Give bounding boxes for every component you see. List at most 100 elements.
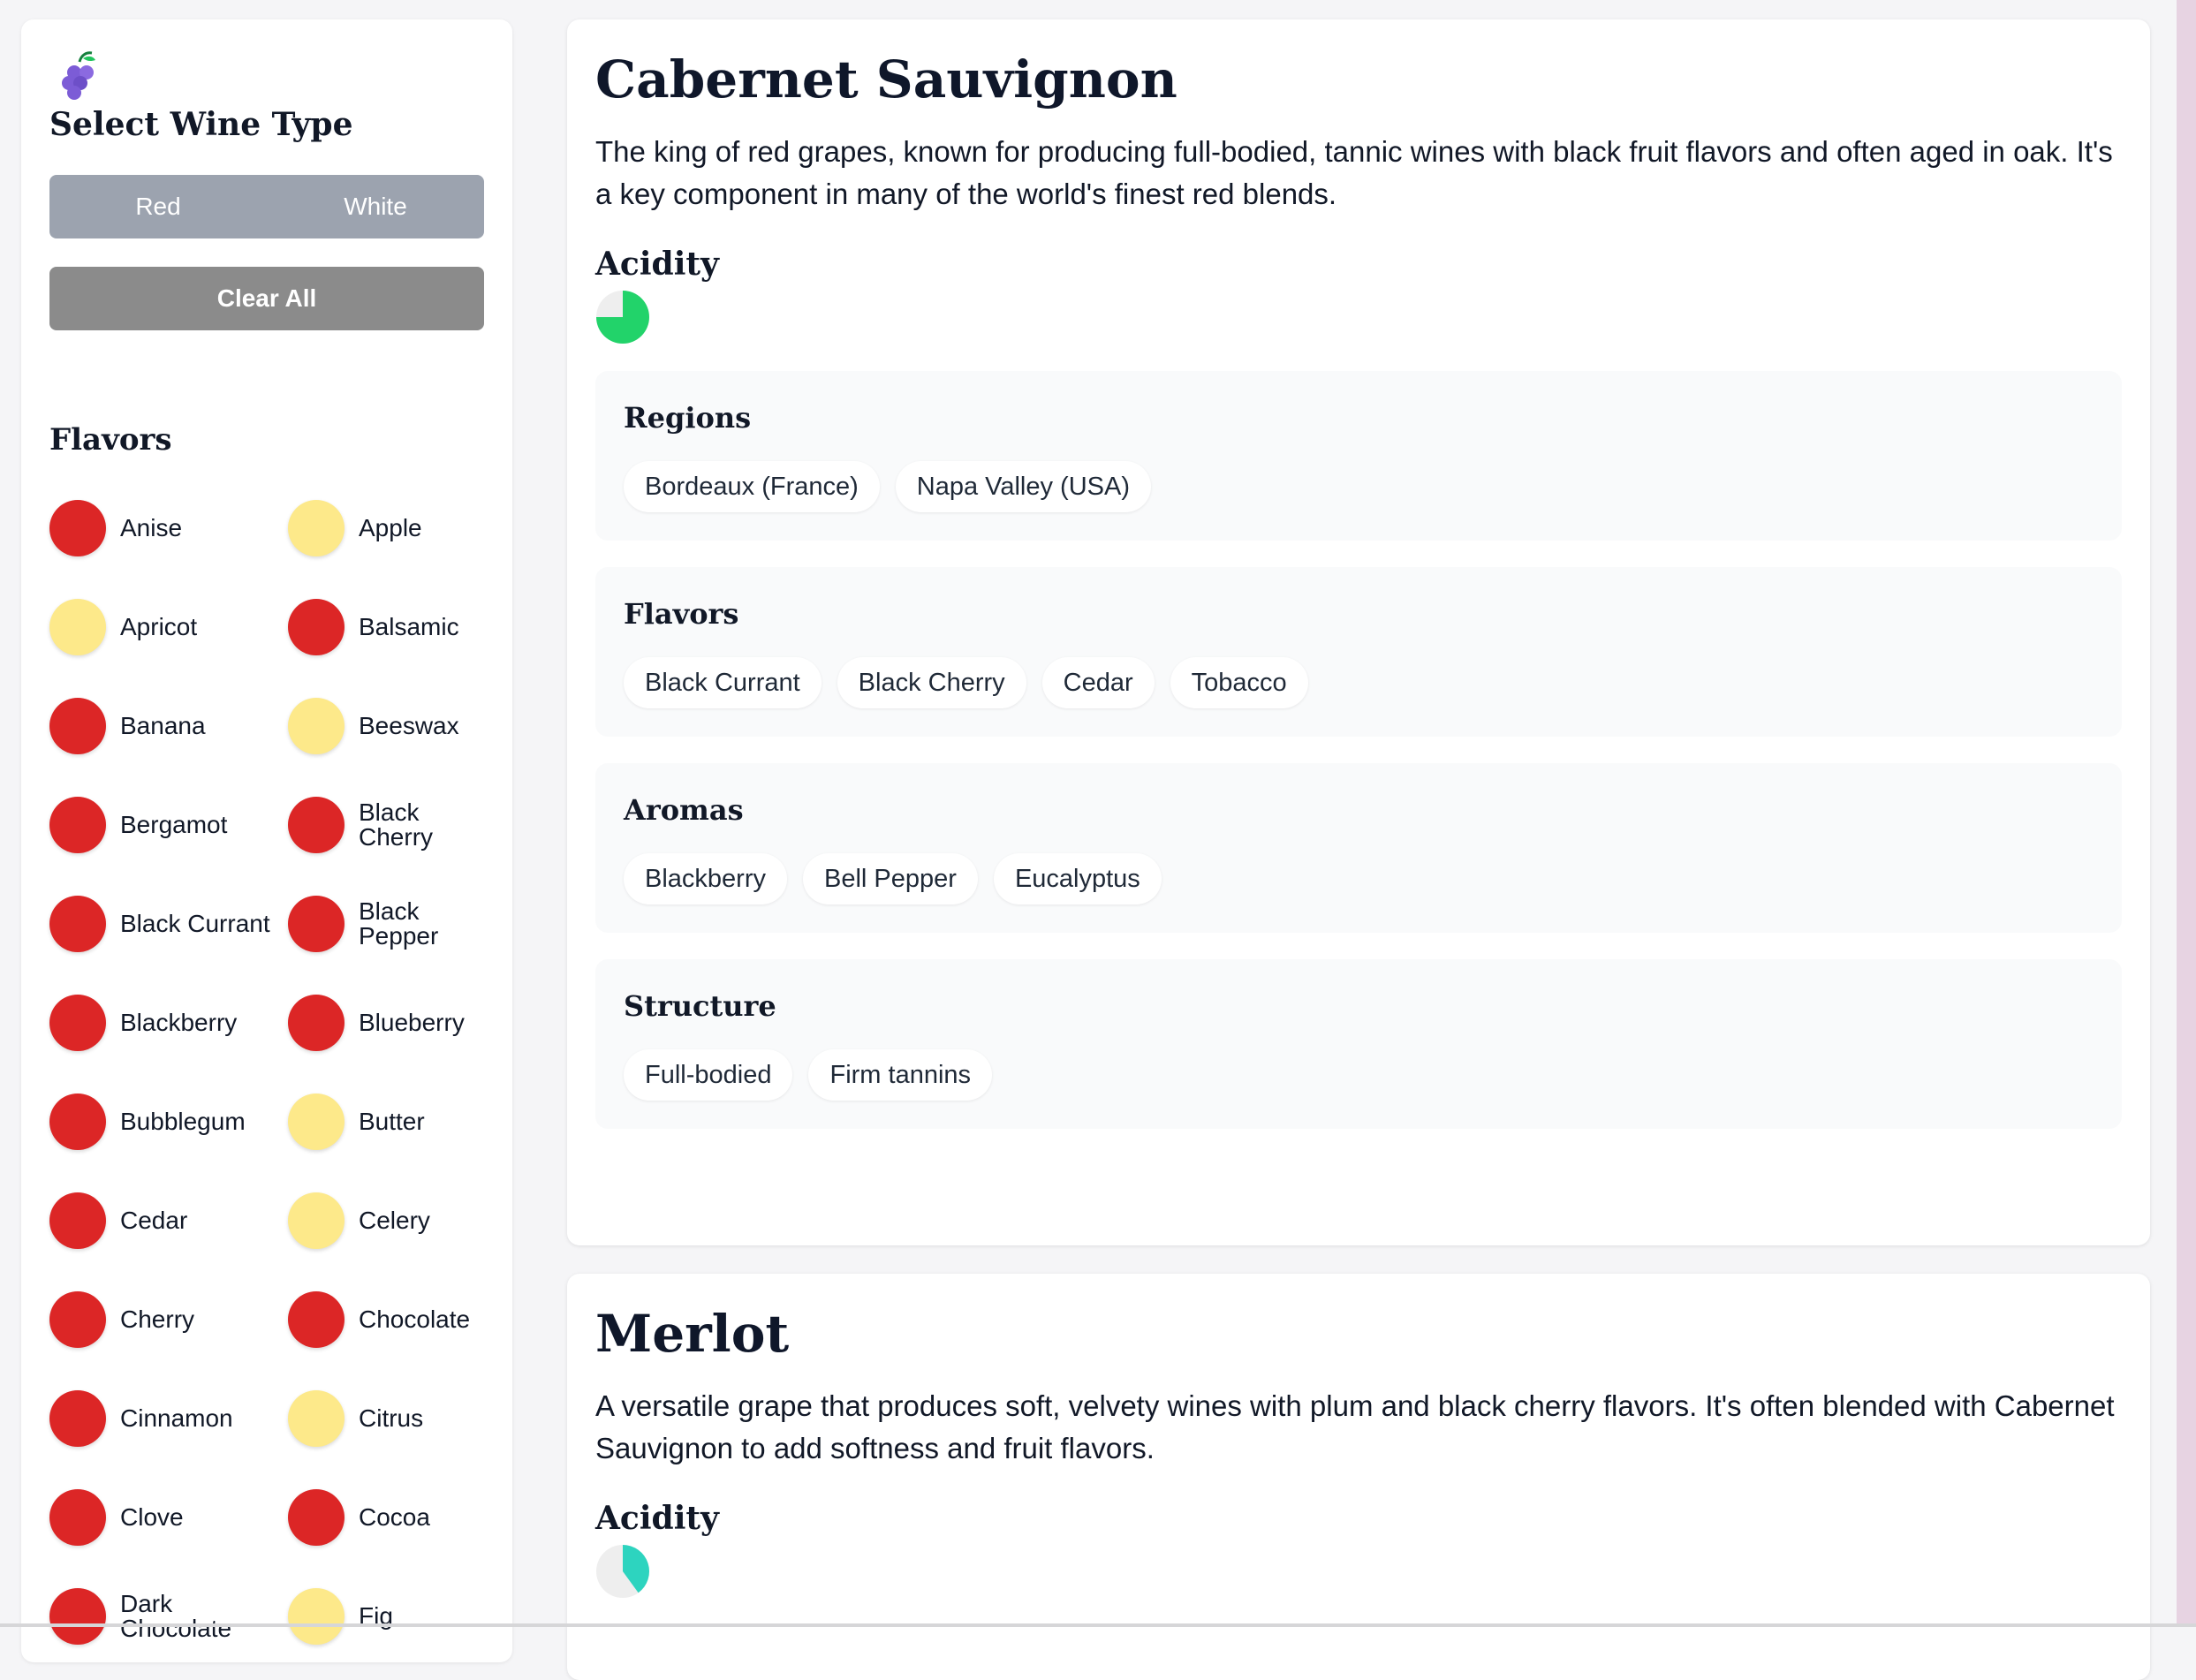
flavor-label: Anise xyxy=(120,516,182,541)
flavor-label: Banana xyxy=(120,714,206,738)
flavor-item[interactable]: Beeswax xyxy=(288,677,500,776)
wine-type-toggle: Red White xyxy=(49,175,484,238)
flavor-label: Celery xyxy=(359,1208,430,1233)
flavor-label: Chocolate xyxy=(359,1307,470,1332)
flavor-item[interactable]: Citrus xyxy=(288,1369,500,1468)
flavor-label: Cherry xyxy=(120,1307,194,1332)
wine-card: Cabernet Sauvignon The king of red grape… xyxy=(567,19,2150,1245)
tag-chip[interactable]: Napa Valley (USA) xyxy=(896,461,1151,512)
flavor-color-dot[interactable] xyxy=(49,500,106,556)
flavor-color-dot[interactable] xyxy=(49,1291,106,1348)
flavor-label: Cinnamon xyxy=(120,1406,233,1431)
tag-chip[interactable]: Bordeaux (France) xyxy=(624,461,880,512)
flavor-color-dot[interactable] xyxy=(49,1094,106,1150)
flavor-color-dot[interactable] xyxy=(288,1390,345,1447)
flavor-color-dot[interactable] xyxy=(288,698,345,754)
flavor-item[interactable]: Dark Chocolate xyxy=(49,1567,288,1666)
acidity-heading: Acidity xyxy=(595,246,2122,283)
sidebar-title: Select Wine Type xyxy=(49,106,484,143)
flavor-color-dot[interactable] xyxy=(49,1192,106,1249)
flavor-item[interactable]: Apple xyxy=(288,479,500,578)
flavor-label: Black Pepper xyxy=(359,899,500,949)
flavor-item[interactable]: Apricot xyxy=(49,578,288,677)
flavor-item[interactable]: Fig xyxy=(288,1567,500,1666)
flavor-item[interactable]: Butter xyxy=(288,1072,500,1171)
flavor-item[interactable]: Black Cherry xyxy=(288,776,500,874)
sidebar: Select Wine Type Red White Clear All Fla… xyxy=(21,19,512,1662)
white-type-button[interactable]: White xyxy=(267,175,484,238)
section-title: Flavors xyxy=(624,597,2094,631)
chip-list: Blackberry Bell Pepper Eucalyptus xyxy=(624,853,2094,904)
flavor-item[interactable]: Cedar xyxy=(49,1171,288,1270)
tag-chip[interactable]: Full-bodied xyxy=(624,1049,792,1101)
flavor-item[interactable]: Black Pepper xyxy=(288,874,500,973)
flavor-color-dot[interactable] xyxy=(288,896,345,952)
flavor-color-dot[interactable] xyxy=(288,995,345,1051)
wine-section-structure: Structure Full-bodied Firm tannins xyxy=(595,959,2122,1129)
wine-section-flavors: Flavors Black Currant Black Cherry Cedar Tob… xyxy=(595,567,2122,737)
flavor-item[interactable]: Cherry xyxy=(49,1270,288,1369)
flavor-label: Dark Chocolate xyxy=(120,1592,288,1641)
clear-all-button[interactable]: Clear All xyxy=(49,267,484,330)
flavor-label: Bubblegum xyxy=(120,1109,246,1134)
flavor-item[interactable]: Clove xyxy=(49,1468,288,1567)
flavor-item[interactable]: Celery xyxy=(288,1171,500,1270)
flavor-color-dot[interactable] xyxy=(49,698,106,754)
tag-chip[interactable]: Black Cherry xyxy=(837,657,1026,708)
wine-section-aromas: Aromas Blackberry Bell Pepper Eucalyptus xyxy=(595,763,2122,933)
tag-chip[interactable]: Blackberry xyxy=(624,853,787,904)
flavor-color-dot[interactable] xyxy=(288,1291,345,1348)
flavor-item[interactable]: Bergamot xyxy=(49,776,288,874)
flavor-item[interactable]: Black Currant xyxy=(49,874,288,973)
flavor-color-dot[interactable] xyxy=(49,797,106,853)
flavor-color-dot[interactable] xyxy=(288,1192,345,1249)
tag-chip[interactable]: Tobacco xyxy=(1170,657,1308,708)
tag-chip[interactable]: Eucalyptus xyxy=(994,853,1162,904)
chip-list: Bordeaux (France) Napa Valley (USA) xyxy=(624,461,2094,512)
flavor-color-dot[interactable] xyxy=(49,599,106,655)
flavor-label: Blackberry xyxy=(120,1010,237,1035)
flavor-item[interactable]: Chocolate xyxy=(288,1270,500,1369)
acidity-heading: Acidity xyxy=(595,1500,2122,1537)
flavor-label: Butter xyxy=(359,1109,425,1134)
section-title: Structure xyxy=(624,989,2094,1023)
section-title: Aromas xyxy=(624,793,2094,827)
flavor-item[interactable]: Blackberry xyxy=(49,973,288,1072)
wine-name: Cabernet Sauvignon xyxy=(595,49,2122,110)
flavor-color-dot[interactable] xyxy=(49,1390,106,1447)
flavor-color-dot[interactable] xyxy=(288,1489,345,1546)
wine-description: The king of red grapes, known for produc… xyxy=(595,131,2122,216)
flavor-grid: AniseAppleApricotBalsamicBananaBeeswaxBe… xyxy=(49,479,484,1666)
flavor-item[interactable]: Blueberry xyxy=(288,973,500,1072)
flavor-item[interactable]: Cinnamon xyxy=(49,1369,288,1468)
flavor-color-dot[interactable] xyxy=(288,1588,345,1645)
tag-chip[interactable]: Cedar xyxy=(1042,657,1155,708)
flavor-item[interactable]: Cocoa xyxy=(288,1468,500,1567)
flavor-item[interactable]: Bubblegum xyxy=(49,1072,288,1171)
wine-section-regions: Regions Bordeaux (France) Napa Valley (USA… xyxy=(595,371,2122,541)
acidity-pie-chart xyxy=(595,1544,650,1599)
flavor-color-dot[interactable] xyxy=(288,500,345,556)
window-bottom-edge xyxy=(0,1623,2196,1627)
tag-chip[interactable]: Firm tannins xyxy=(808,1049,992,1101)
flavor-color-dot[interactable] xyxy=(288,797,345,853)
flavor-item[interactable]: Balsamic xyxy=(288,578,500,677)
section-title: Regions xyxy=(624,401,2094,435)
wine-name: Merlot xyxy=(595,1304,2122,1364)
flavor-color-dot[interactable] xyxy=(288,599,345,655)
flavor-color-dot[interactable] xyxy=(49,1489,106,1546)
flavor-color-dot[interactable] xyxy=(49,896,106,952)
flavor-label: Apricot xyxy=(120,615,197,639)
flavor-item[interactable]: Anise xyxy=(49,479,288,578)
chip-list: Black Currant Black Cherry Cedar Tobacco xyxy=(624,657,2094,708)
acidity-pie-chart xyxy=(595,290,650,344)
flavor-item[interactable]: Banana xyxy=(49,677,288,776)
flavor-color-dot[interactable] xyxy=(288,1094,345,1150)
tag-chip[interactable]: Black Currant xyxy=(624,657,822,708)
window-edge xyxy=(2177,0,2196,1627)
red-type-button[interactable]: Red xyxy=(49,175,267,238)
flavor-label: Bergamot xyxy=(120,813,227,837)
flavor-color-dot[interactable] xyxy=(49,995,106,1051)
flavor-color-dot[interactable] xyxy=(49,1588,106,1645)
tag-chip[interactable]: Bell Pepper xyxy=(803,853,978,904)
